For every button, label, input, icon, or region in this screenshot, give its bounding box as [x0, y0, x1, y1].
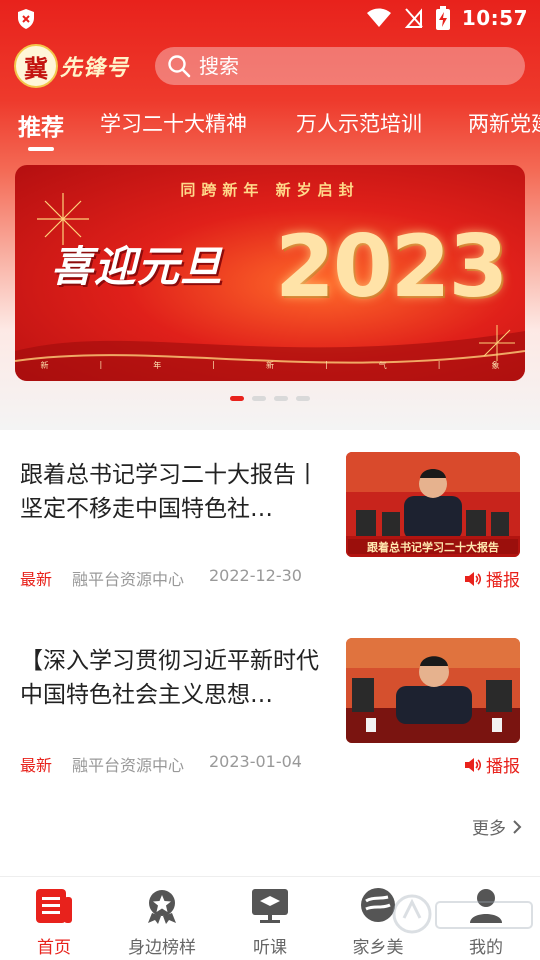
banner-year: 2023: [275, 217, 508, 317]
banner-topline: 同跨新年 新岁启封: [180, 181, 360, 199]
news-item[interactable]: 【深入学习贯彻习近平新时代中国特色社会主义思想… 最新 融平台资源中心 2023…: [0, 616, 540, 786]
strip-char: 气: [378, 361, 387, 370]
news-list: 跟着总书记学习二十大报告丨坚定不移走中国特色社… 跟着总书记学习二十大报告 最新…: [0, 430, 540, 875]
nav-label: 身边榜样: [128, 938, 196, 958]
news-date: 2023-01-04: [209, 752, 302, 771]
strip-char: 新: [40, 361, 49, 370]
strip-char: |: [99, 360, 103, 369]
logo-name: 先锋号: [60, 55, 130, 81]
news-title[interactable]: 跟着总书记学习二十大报告丨坚定不移走中国特色社…: [20, 458, 325, 526]
category-tabs: 推荐 学习二十大精神 万人示范培训 两新党建: [0, 104, 540, 154]
broadcast-label: 播报: [486, 757, 520, 777]
news-tag: 最新: [20, 570, 53, 589]
nav-label: 首页: [37, 938, 71, 958]
status-bar: 10:57: [0, 0, 540, 38]
tab-study-20th[interactable]: 学习二十大精神: [100, 108, 247, 138]
wifi-icon: [366, 8, 391, 27]
nav-lectures[interactable]: 听课: [216, 887, 324, 958]
search-bar[interactable]: [155, 47, 525, 85]
news-photo: [346, 638, 520, 743]
strip-char: 象: [491, 361, 500, 370]
broadcast-button[interactable]: 播报: [464, 752, 520, 777]
badge-star-icon: [148, 890, 176, 924]
watermark-logo: [390, 884, 540, 944]
tab-training[interactable]: 万人示范培训: [296, 108, 422, 138]
news-date: 2022-12-30: [209, 566, 302, 585]
nav-home[interactable]: 首页: [0, 887, 108, 958]
more-label: 更多: [472, 819, 506, 839]
nav-role-models[interactable]: 身边榜样: [108, 887, 216, 958]
strip-char: |: [212, 360, 215, 369]
carousel-dot[interactable]: [252, 396, 266, 401]
tab-party-building[interactable]: 两新党建: [468, 108, 540, 138]
speaker-icon: [465, 757, 482, 772]
news-title[interactable]: 【深入学习贯彻习近平新时代中国特色社会主义思想…: [20, 644, 325, 712]
strip-char: |: [437, 360, 441, 369]
news-meta: 最新 融平台资源中心 2023-01-04 播报: [20, 752, 520, 777]
status-time: 10:57: [461, 6, 528, 30]
news-source: 融平台资源中心: [72, 756, 185, 775]
news-tag: 最新: [20, 756, 53, 775]
lecture-screen-icon: [252, 889, 288, 923]
banner-strip: 新 | 年 | 新 | 气 | 象: [15, 360, 525, 371]
shield-x-icon: [18, 9, 34, 29]
news-source: 融平台资源中心: [72, 570, 185, 589]
tab-active-indicator: [28, 147, 54, 151]
tab-recommend[interactable]: 推荐: [18, 108, 64, 142]
carousel-dot-active[interactable]: [230, 396, 244, 401]
strip-char: 年: [153, 361, 162, 370]
nav-label: 听课: [253, 938, 287, 958]
banner-greeting: 喜迎元旦: [51, 242, 224, 291]
firework-right: [479, 325, 515, 361]
search-input[interactable]: [199, 54, 499, 78]
banner-carousel[interactable]: 同跨新年 新岁启封 喜迎元旦 2023 新 | 年 | 新 | 气 | 象: [15, 165, 525, 381]
broadcast-button[interactable]: 播报: [464, 566, 520, 591]
speaker-icon: [465, 571, 482, 586]
carousel-dot[interactable]: [296, 396, 310, 401]
news-photo: 跟着总书记学习二十大报告: [346, 452, 520, 557]
carousel-dot[interactable]: [274, 396, 288, 401]
app-logo[interactable]: 冀 先锋号: [14, 42, 146, 90]
no-signal-icon: [404, 8, 423, 28]
logo-seal: 冀: [14, 44, 58, 88]
strip-char: |: [324, 360, 328, 369]
search-icon: [168, 55, 191, 78]
thumb-caption: 跟着总书记学习二十大报告: [367, 540, 499, 554]
more-link[interactable]: 更多: [472, 814, 522, 839]
news-item[interactable]: 跟着总书记学习二十大报告丨坚定不移走中国特色社… 跟着总书记学习二十大报告 最新…: [0, 430, 540, 600]
battery-charging-icon: [435, 6, 450, 30]
strip-char: 新: [265, 361, 274, 370]
news-thumbnail[interactable]: [346, 638, 520, 743]
carousel-dots: [230, 396, 310, 401]
chevron-right-icon: [513, 819, 522, 834]
broadcast-label: 播报: [486, 571, 520, 591]
news-meta: 最新 融平台资源中心 2022-12-30 播报: [20, 566, 520, 591]
news-thumbnail[interactable]: 跟着总书记学习二十大报告: [346, 452, 520, 557]
home-doc-icon: [36, 889, 72, 923]
